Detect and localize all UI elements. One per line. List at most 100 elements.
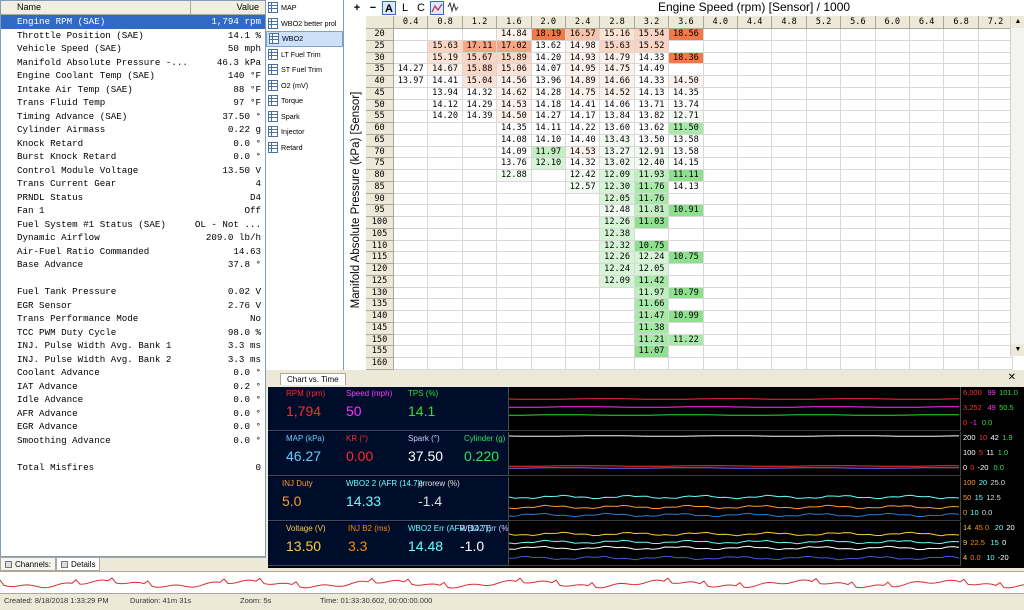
table-cell[interactable] xyxy=(703,181,738,194)
table-cell[interactable] xyxy=(978,334,1014,347)
table-cell[interactable] xyxy=(703,287,738,300)
table-cell[interactable] xyxy=(910,322,945,335)
table-cell[interactable] xyxy=(462,358,498,370)
channel-row[interactable]: AFR Advance 0.0 ° xyxy=(1,407,265,421)
table-cell[interactable] xyxy=(703,134,738,147)
table-cell[interactable] xyxy=(428,346,463,358)
table-cell[interactable] xyxy=(394,275,429,288)
table-cell[interactable] xyxy=(462,275,498,288)
table-cell[interactable] xyxy=(772,99,807,112)
table-cell[interactable]: 11.03 xyxy=(634,217,670,229)
table-cell[interactable] xyxy=(600,287,635,300)
table-cell[interactable]: 12.05 xyxy=(600,193,635,206)
table-cell[interactable] xyxy=(772,111,807,123)
table-cell[interactable] xyxy=(944,240,979,253)
table-cell[interactable] xyxy=(944,87,979,100)
table-cell[interactable] xyxy=(978,228,1014,241)
table-cell[interactable] xyxy=(875,146,910,159)
table-cell[interactable] xyxy=(772,181,807,194)
table-cell[interactable] xyxy=(600,346,635,358)
table-cell[interactable] xyxy=(703,158,738,170)
table-cell[interactable] xyxy=(669,299,704,311)
table-cell[interactable] xyxy=(944,299,979,311)
table-cell[interactable] xyxy=(462,181,498,194)
table-cell[interactable] xyxy=(978,275,1014,288)
table-cell[interactable] xyxy=(978,76,1014,88)
table-cell[interactable] xyxy=(944,217,979,229)
channel-row[interactable] xyxy=(1,272,265,286)
table-cell[interactable] xyxy=(910,334,945,347)
channel-row[interactable]: Intake Air Temp (SAE) 88 °F xyxy=(1,83,265,97)
table-cell[interactable] xyxy=(497,240,532,253)
table-cell[interactable] xyxy=(497,217,532,229)
table-cell[interactable] xyxy=(531,193,566,206)
table-cell[interactable] xyxy=(841,358,876,370)
table-cell[interactable]: 14.49 xyxy=(634,64,670,76)
table-cell[interactable] xyxy=(841,287,876,300)
table-cell[interactable] xyxy=(428,322,463,335)
table-cell[interactable]: 14.98 xyxy=(566,40,601,53)
table-cell[interactable] xyxy=(875,64,910,76)
table-cell[interactable] xyxy=(428,217,463,229)
table-cell[interactable] xyxy=(566,252,601,264)
table-cell[interactable] xyxy=(428,275,463,288)
table-cell[interactable] xyxy=(978,287,1014,300)
table-cell[interactable] xyxy=(978,29,1014,41)
value-column-header[interactable]: Value xyxy=(191,1,265,14)
wave-icon[interactable] xyxy=(446,1,460,15)
table-cell[interactable] xyxy=(910,346,945,358)
table-cell[interactable] xyxy=(462,264,498,276)
table-cell[interactable] xyxy=(841,240,876,253)
table-cell[interactable] xyxy=(978,99,1014,112)
table-cell[interactable]: 12.24 xyxy=(600,264,635,276)
table-cell[interactable] xyxy=(497,275,532,288)
table-list-item[interactable]: ST Fuel Trim xyxy=(266,62,343,78)
table-cell[interactable] xyxy=(428,146,463,159)
table-cell[interactable] xyxy=(703,146,738,159)
table-cell[interactable]: 13.76 xyxy=(497,158,532,170)
table-cell[interactable]: 14.52 xyxy=(600,87,635,100)
table-cell[interactable] xyxy=(910,228,945,241)
table-cell[interactable] xyxy=(428,252,463,264)
table-cell[interactable]: 14.20 xyxy=(531,52,566,65)
table-cell[interactable] xyxy=(669,40,704,53)
table-cell[interactable] xyxy=(497,252,532,264)
table-cell[interactable] xyxy=(875,252,910,264)
table-cell[interactable] xyxy=(531,299,566,311)
table-cell[interactable] xyxy=(772,40,807,53)
channel-row[interactable]: EGR Advance 0.0 ° xyxy=(1,420,265,434)
table-cell[interactable] xyxy=(428,134,463,147)
table-cell[interactable] xyxy=(394,322,429,335)
channel-row[interactable]: Smoothing Advance 0.0 ° xyxy=(1,434,265,448)
table-cell[interactable] xyxy=(910,181,945,194)
table-cell[interactable]: 14.75 xyxy=(600,64,635,76)
table-cell[interactable] xyxy=(841,134,876,147)
trace-plot[interactable] xyxy=(508,522,960,566)
channel-row[interactable]: PRNDL Status D4 xyxy=(1,191,265,205)
table-cell[interactable] xyxy=(531,346,566,358)
table-cell[interactable] xyxy=(978,181,1014,194)
channel-row[interactable]: TCC PWM Duty Cycle 98.0 % xyxy=(1,326,265,340)
table-cell[interactable] xyxy=(531,252,566,264)
table-cell[interactable] xyxy=(875,111,910,123)
table-cell[interactable] xyxy=(566,193,601,206)
table-cell[interactable]: 10.91 xyxy=(669,205,704,217)
table-cell[interactable]: 14.50 xyxy=(669,76,704,88)
table-cell[interactable] xyxy=(600,334,635,347)
table-cell[interactable] xyxy=(806,123,842,135)
table-cell[interactable]: 14.62 xyxy=(497,87,532,100)
channel-row[interactable]: EGR Sensor 2.76 V xyxy=(1,299,265,313)
table-cell[interactable] xyxy=(910,134,945,147)
table-cell[interactable] xyxy=(944,228,979,241)
table-cell[interactable] xyxy=(806,170,842,182)
table-cell[interactable] xyxy=(600,358,635,370)
table-cell[interactable] xyxy=(806,52,842,65)
table-cell[interactable]: 13.71 xyxy=(634,99,670,112)
table-cell[interactable] xyxy=(910,358,945,370)
table-cell[interactable] xyxy=(428,358,463,370)
table-cell[interactable]: 14.13 xyxy=(634,87,670,100)
table-cell[interactable] xyxy=(497,358,532,370)
table-cell[interactable] xyxy=(462,322,498,335)
table-cell[interactable]: 14.13 xyxy=(669,181,704,194)
table-cell[interactable]: 14.18 xyxy=(531,99,566,112)
